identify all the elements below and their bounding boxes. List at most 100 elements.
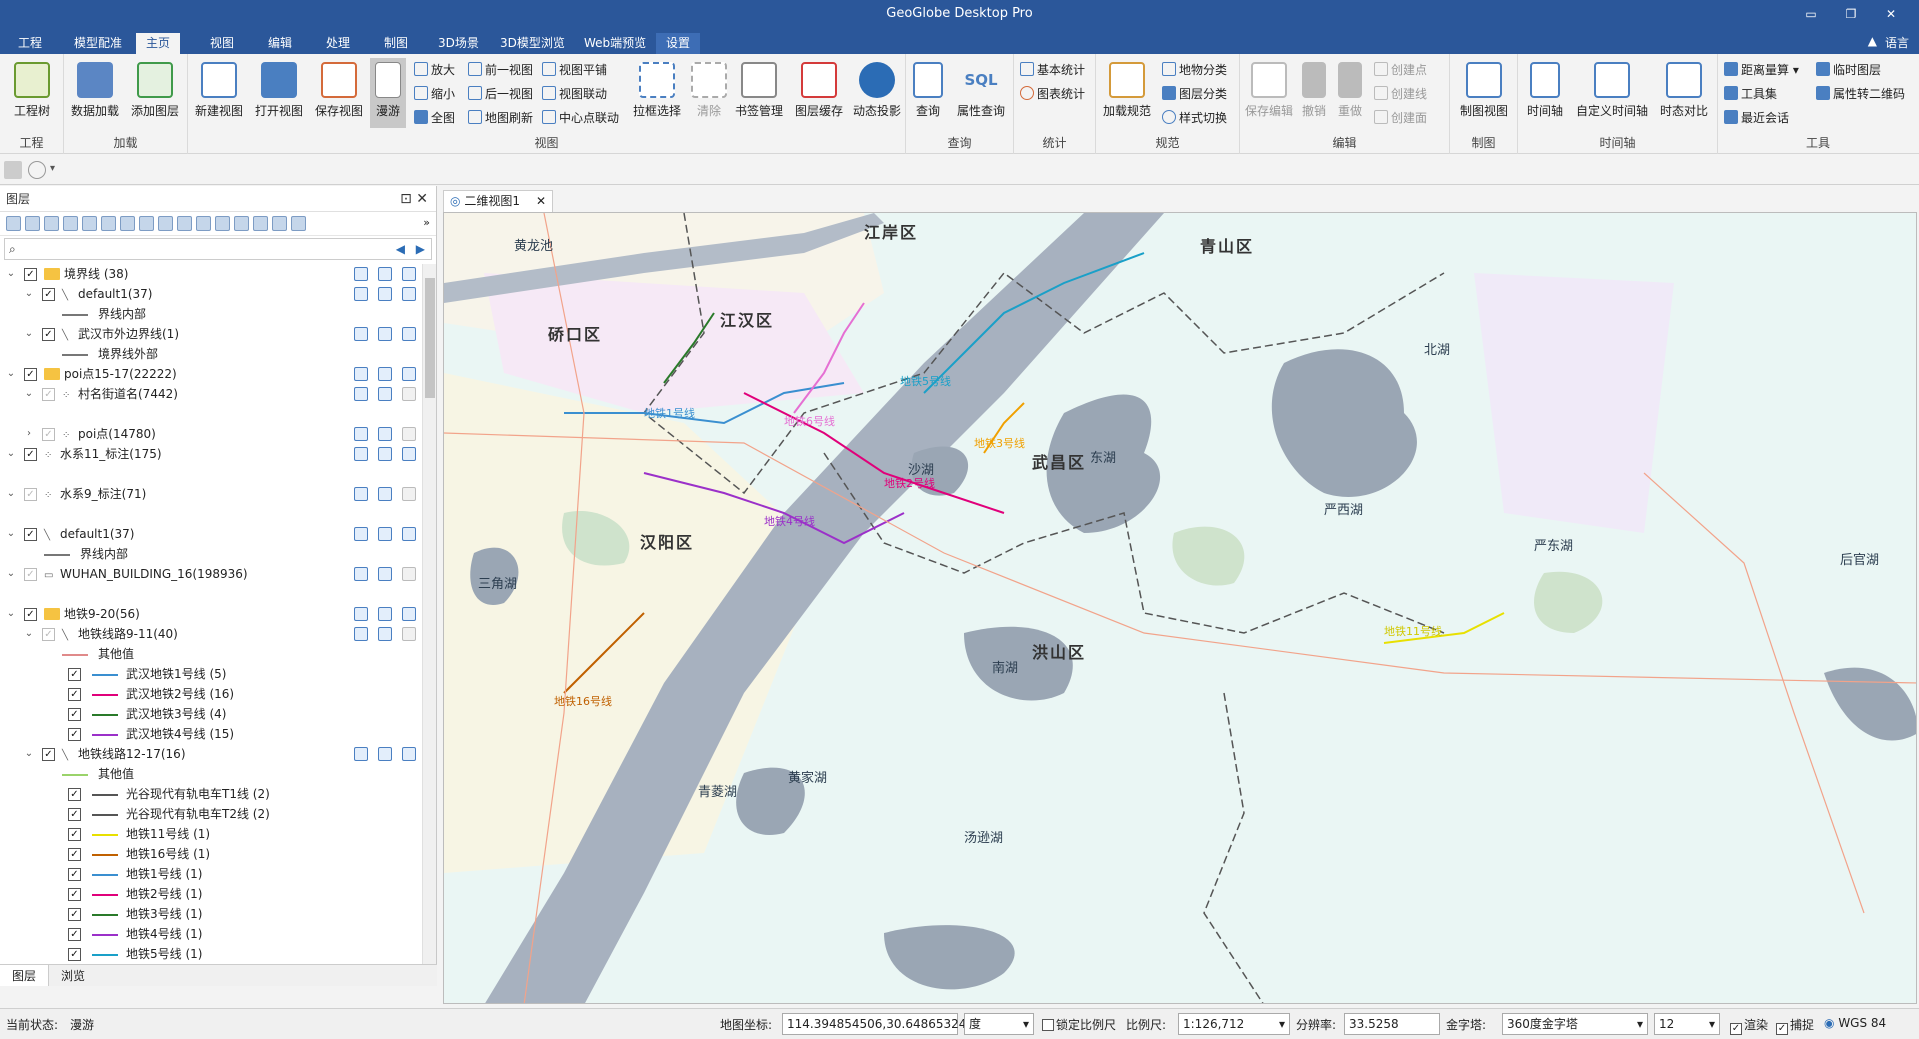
tab-view[interactable]: 视图	[200, 33, 244, 54]
layer-visibility-checkbox[interactable]: ✓	[24, 488, 37, 501]
pan-button[interactable]: 漫游	[370, 58, 406, 128]
edit-layer-icon[interactable]	[402, 527, 416, 541]
tab-process[interactable]: 处理	[316, 33, 360, 54]
create-polygon-button[interactable]: 创建面	[1374, 108, 1427, 128]
recent-session-button[interactable]: 最近会话	[1724, 108, 1789, 128]
select-layer-icon[interactable]	[378, 367, 392, 381]
edit-layer-icon[interactable]	[402, 607, 416, 621]
layer-row[interactable]: ⌄ ✓ ╲ default1(37)	[0, 524, 422, 544]
tab-web-preview[interactable]: Web端预览	[574, 33, 656, 54]
temporal-compare-button[interactable]: 时态对比	[1654, 58, 1714, 128]
layer-visibility-checkbox[interactable]: ✓	[24, 528, 37, 541]
customize-dropdown-icon[interactable]: ▾	[50, 163, 55, 174]
search-next-icon[interactable]: ▶	[416, 242, 425, 256]
pin-icon[interactable]: ⊡	[400, 191, 412, 207]
new-view-button[interactable]: 新建视图	[190, 58, 248, 128]
expand-icon[interactable]: ⌄	[6, 524, 16, 544]
chart-stats-button[interactable]: 图表统计	[1020, 84, 1085, 104]
layer-row[interactable]: ⌄ ✓ ▭ WUHAN_BUILDING_16(198936)	[0, 564, 422, 584]
minimize-icon[interactable]: ▭	[1793, 4, 1829, 24]
delete-icon[interactable]	[82, 216, 97, 231]
layer-row[interactable]: › ✓ ⁘ poi点(14780)	[0, 424, 422, 444]
zoom-in-button[interactable]: 放大	[414, 60, 455, 80]
expand-icon[interactable]: ⌄	[6, 564, 16, 584]
layer-visibility-checkbox[interactable]: ✓	[24, 568, 37, 581]
select-layer-icon[interactable]	[378, 527, 392, 541]
expand-icon[interactable]: ⌄	[24, 284, 34, 304]
add-group-icon[interactable]	[25, 216, 40, 231]
layer-row[interactable]: ✓ 地铁3号线 (1)	[0, 904, 422, 924]
hand-icon[interactable]	[4, 161, 22, 179]
timeline-button[interactable]: 时间轴	[1520, 58, 1570, 128]
layer-visibility-checkbox[interactable]: ✓	[42, 328, 55, 341]
toolbar-overflow-icon[interactable]: »	[423, 216, 430, 231]
map-canvas[interactable]	[444, 213, 1917, 1004]
zoom-out-button[interactable]: 缩小	[414, 84, 455, 104]
category-checkbox[interactable]: ✓	[68, 688, 81, 701]
expand-icon[interactable]: ⌄	[24, 744, 34, 764]
layer-row[interactable]: ✓ 武汉地铁4号线 (15)	[0, 724, 422, 744]
category-checkbox[interactable]: ✓	[68, 728, 81, 741]
category-checkbox[interactable]: ✓	[68, 788, 81, 801]
center-link-button[interactable]: 中心点联动	[542, 108, 619, 128]
select-layer-icon[interactable]	[378, 607, 392, 621]
layer-row[interactable]: ⌄ ✓ poi点15-17(22222)	[0, 364, 422, 384]
toolset-button[interactable]: 工具集	[1724, 84, 1777, 104]
select-layer-icon[interactable]	[378, 267, 392, 281]
flag-icon[interactable]	[234, 216, 249, 231]
layer-row[interactable]: ⌄ ✓ ╲ 地铁线路12-17(16)	[0, 744, 422, 764]
tab-model-registration[interactable]: 模型配准	[64, 33, 132, 54]
category-checkbox[interactable]: ✓	[68, 668, 81, 681]
expand-icon[interactable]: ›	[24, 424, 34, 444]
layer-row[interactable]: ✓ 地铁1号线 (1)	[0, 864, 422, 884]
custom-timeline-button[interactable]: 自定义时间轴	[1570, 58, 1654, 128]
select-layer-icon[interactable]	[378, 327, 392, 341]
attribute-table-icon[interactable]	[354, 607, 368, 621]
attribute-table-icon[interactable]	[354, 527, 368, 541]
add-layer-button[interactable]: 添加图层	[126, 58, 184, 128]
select-layer-icon[interactable]	[378, 427, 392, 441]
query-button[interactable]: 查询	[906, 58, 950, 128]
layer-row[interactable]: ✓ 地铁11号线 (1)	[0, 824, 422, 844]
snap-checkbox[interactable]: ✓ 捕捉	[1776, 1016, 1814, 1035]
layer-row[interactable]: ⌄ ✓ ╲ default1(37)	[0, 284, 422, 304]
add-layer-icon[interactable]	[6, 216, 21, 231]
expand-icon[interactable]: ⌄	[6, 264, 16, 284]
layer-row[interactable]: ⌄ ✓ ╲ 武汉市外边界线(1)	[0, 324, 422, 344]
tab-settings[interactable]: 设置	[656, 33, 701, 54]
attr-to-qrcode-button[interactable]: 属性转二维码	[1816, 84, 1905, 104]
attribute-table-icon[interactable]	[354, 747, 368, 761]
layer-visibility-checkbox[interactable]: ✓	[42, 748, 55, 761]
category-checkbox[interactable]: ✓	[68, 828, 81, 841]
layer-visibility-checkbox[interactable]: ✓	[24, 608, 37, 621]
layer-row[interactable]: ✓ 光谷现代有轨电车T1线 (2)	[0, 784, 422, 804]
edit-layer-icon[interactable]	[402, 567, 416, 581]
table-icon[interactable]	[272, 216, 287, 231]
tab-project[interactable]: 工程	[8, 33, 52, 54]
search-prev-icon[interactable]: ◀	[396, 242, 405, 256]
select-layer-icon[interactable]	[378, 287, 392, 301]
category-checkbox[interactable]: ✓	[68, 848, 81, 861]
layer-row[interactable]: ✓ 光谷现代有轨电车T2线 (2)	[0, 804, 422, 824]
tile-views-button[interactable]: 视图平铺	[542, 60, 607, 80]
properties-icon[interactable]	[291, 216, 306, 231]
layer-row[interactable]: ✓ 地铁2号线 (1)	[0, 884, 422, 904]
redo-button[interactable]: 重做	[1332, 58, 1368, 128]
layer-tree-scrollbar[interactable]	[422, 264, 436, 974]
select-layer-icon[interactable]	[378, 567, 392, 581]
expand-icon[interactable]: ⌄	[6, 484, 16, 504]
layer-row[interactable]: ✓ 地铁5号线 (1)	[0, 944, 422, 964]
category-checkbox[interactable]: ✓	[68, 948, 81, 961]
move-up-icon[interactable]	[120, 216, 135, 231]
create-point-button[interactable]: 创建点	[1374, 60, 1427, 80]
select-icon[interactable]	[158, 216, 173, 231]
box-select-button[interactable]: 拉框选择	[628, 58, 686, 128]
save-edit-button[interactable]: 保存编辑	[1240, 58, 1298, 128]
attribute-query-button[interactable]: SQL 属性查询	[950, 58, 1012, 128]
layer-visibility-checkbox[interactable]: ✓	[42, 628, 55, 641]
layer-visibility-checkbox[interactable]: ✓	[42, 428, 55, 441]
select-layer-icon[interactable]	[378, 487, 392, 501]
ribbon-collapse-icon[interactable]: ▲	[1868, 34, 1877, 51]
layer-row[interactable]: ⌄ ✓ ⁘ 村名街道名(7442)	[0, 384, 422, 404]
remove-layer-icon[interactable]	[44, 216, 59, 231]
